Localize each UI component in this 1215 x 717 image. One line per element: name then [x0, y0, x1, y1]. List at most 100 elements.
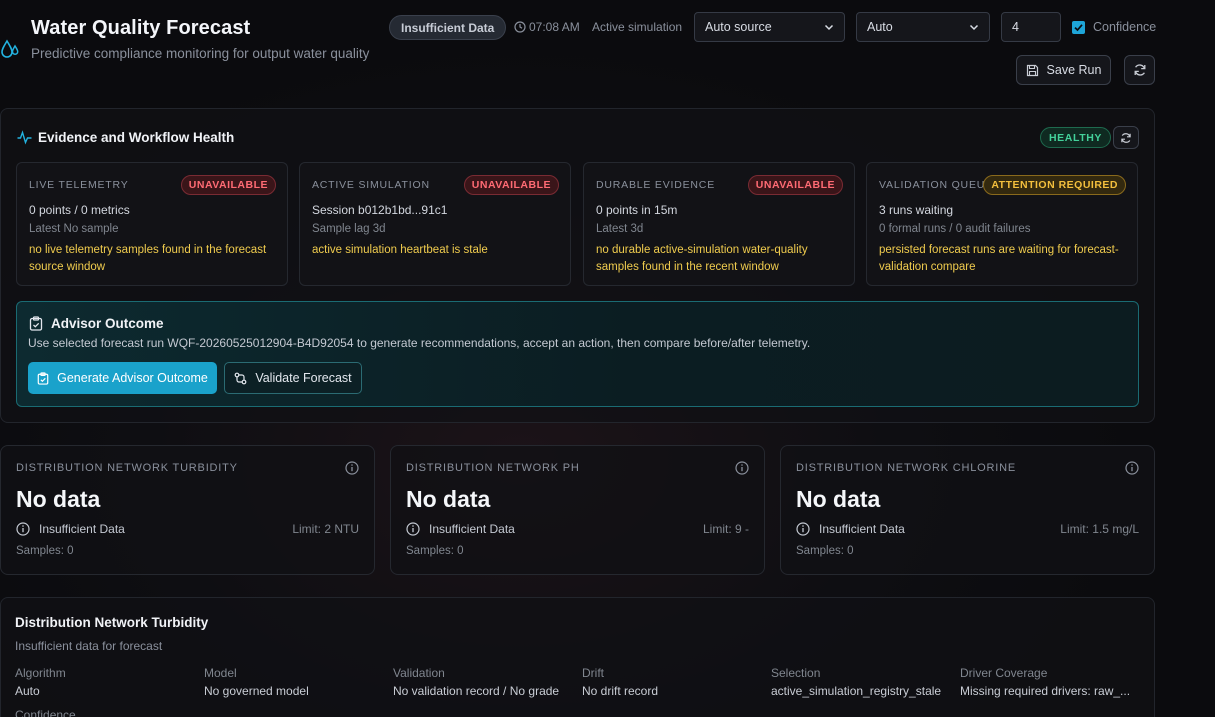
info-icon [16, 522, 30, 536]
metric-card-chlorine: DISTRIBUTION NETWORK CHLORINE No data In… [780, 445, 1155, 575]
metric-status: Insufficient Data [819, 522, 905, 536]
evidence-refresh-button[interactable] [1113, 126, 1139, 149]
info-icon [406, 522, 420, 536]
chevron-down-icon [969, 24, 979, 31]
algorithm-select-value: Auto [867, 20, 893, 34]
metric-limit: Limit: 1.5 mg/L [1060, 522, 1139, 536]
confidence-label[interactable]: Confidence [1093, 20, 1156, 34]
evidence-card-primary: 3 runs waiting [879, 203, 954, 217]
status-badge: UNAVAILABLE [747, 175, 843, 195]
field-key: Algorithm [15, 666, 66, 680]
evidence-card-primary: Session b012b1bd...91c1 [312, 203, 448, 217]
field-value: active_simulation_registry_stale [771, 684, 942, 698]
git-compare-icon [234, 372, 247, 384]
forecast-field-driver-coverage: Driver Coverage Missing required drivers… [960, 666, 1132, 698]
evidence-card-secondary: 0 formal runs / 0 audit failures [879, 223, 1031, 235]
activity-pulse-icon [17, 130, 32, 145]
field-key: Driver Coverage [960, 666, 1048, 680]
metric-status: Insufficient Data [429, 522, 515, 536]
generate-advisor-outcome-label: Generate Advisor Outcome [57, 371, 208, 385]
info-icon[interactable] [345, 461, 359, 475]
metric-value: No data [16, 486, 101, 512]
evidence-card-warning: no live telemetry samples found in the f… [29, 244, 267, 273]
page-title: Water Quality Forecast [31, 17, 251, 39]
advisor-description: Use selected forecast run WQF-2026052501… [28, 336, 811, 350]
status-badge: UNAVAILABLE [463, 175, 559, 195]
data-status-pill: Insufficient Data [389, 15, 507, 40]
forecast-field-algorithm: Algorithm Auto [15, 666, 195, 698]
evidence-card-warning: active simulation heartbeat is stale [312, 244, 488, 256]
refresh-icon [1134, 64, 1145, 76]
metric-limit: Limit: 2 NTU [292, 522, 359, 536]
forecast-field-validation: Validation No validation record / No gra… [393, 666, 573, 698]
metric-samples: Samples: 0 [16, 545, 74, 557]
horizon-input-value: 4 [1012, 20, 1019, 34]
field-value: No validation record / No grade [393, 684, 560, 698]
save-icon [1026, 64, 1038, 76]
source-select-value: Auto source [705, 20, 772, 34]
metric-label: DISTRIBUTION NETWORK PH [406, 462, 580, 474]
forecast-field-drift: Drift No drift record [582, 666, 762, 698]
advisor-title: Advisor Outcome [51, 316, 164, 331]
metric-limit: Limit: 9 - [702, 522, 749, 536]
health-status-badge: HEALTHY [1040, 127, 1112, 148]
info-icon [796, 522, 810, 536]
evidence-card-durable-evidence: DURABLE EVIDENCE UNAVAILABLE 0 points in… [583, 162, 855, 286]
clock-icon [514, 21, 526, 33]
status-badge: UNAVAILABLE [180, 175, 276, 195]
metric-value: No data [406, 486, 491, 512]
save-run-label: Save Run [1046, 63, 1102, 77]
refresh-button[interactable] [1124, 55, 1155, 85]
evidence-card-secondary: Sample lag 3d [312, 223, 386, 235]
evidence-card-secondary: Latest 3d [596, 223, 644, 235]
field-key: Selection [771, 666, 821, 680]
forecast-subtitle: Insufficient data for forecast [15, 639, 163, 653]
evidence-card-live-telemetry: LIVE TELEMETRY UNAVAILABLE 0 points / 0 … [16, 162, 288, 286]
save-run-button[interactable]: Save Run [1016, 55, 1111, 85]
field-key: Validation [393, 666, 445, 680]
evidence-card-primary: 0 points / 0 metrics [29, 203, 130, 217]
algorithm-select[interactable]: Auto [856, 12, 990, 42]
clipboard-check-icon [37, 371, 49, 385]
evidence-card-label: ACTIVE SIMULATION [312, 179, 430, 191]
evidence-card-primary: 0 points in 15m [596, 203, 678, 217]
forecast-field-model: Model No governed model [204, 666, 384, 698]
evidence-card-warning: no durable active-simulation water-quali… [596, 244, 808, 273]
forecast-title: Distribution Network Turbidity [15, 615, 209, 630]
field-key: Drift [582, 666, 604, 680]
evidence-card-label: LIVE TELEMETRY [29, 179, 129, 191]
evidence-card-label: VALIDATION QUEUE [879, 179, 993, 191]
confidence-checkbox[interactable] [1072, 21, 1085, 34]
evidence-card-validation-queue: VALIDATION QUEUE ATTENTION REQUIRED 3 ru… [866, 162, 1138, 286]
source-select[interactable]: Auto source [694, 12, 845, 42]
evidence-panel-title: Evidence and Workflow Health [38, 130, 235, 145]
mode-label: Active simulation [592, 20, 683, 34]
field-value: Auto [15, 684, 40, 698]
evidence-card-active-simulation: ACTIVE SIMULATION UNAVAILABLE Session b0… [299, 162, 571, 286]
metric-samples: Samples: 0 [796, 545, 854, 557]
horizon-input[interactable]: 4 [1001, 12, 1061, 42]
clipboard-check-icon [29, 316, 43, 331]
generate-advisor-outcome-button[interactable]: Generate Advisor Outcome [28, 362, 217, 394]
checkmark-icon [1074, 24, 1083, 32]
page-subtitle: Predictive compliance monitoring for out… [31, 46, 370, 61]
metric-card-turbidity: DISTRIBUTION NETWORK TURBIDITY No data I… [0, 445, 375, 575]
metric-label: DISTRIBUTION NETWORK CHLORINE [796, 462, 1016, 474]
last-update-time: 07:08 AM [529, 20, 580, 34]
metric-status: Insufficient Data [39, 522, 125, 536]
chevron-down-icon [824, 24, 834, 31]
field-key: Model [204, 666, 237, 680]
validate-forecast-label: Validate Forecast [255, 371, 352, 385]
status-badge: ATTENTION REQUIRED [983, 175, 1126, 195]
evidence-card-secondary: Latest No sample [29, 223, 119, 235]
validate-forecast-button[interactable]: Validate Forecast [224, 362, 362, 394]
metric-value: No data [796, 486, 881, 512]
info-icon[interactable] [1125, 461, 1139, 475]
forecast-confidence-label: Confidence [15, 708, 76, 717]
refresh-icon [1121, 132, 1131, 143]
forecast-field-selection: Selection active_simulation_registry_sta… [771, 666, 951, 698]
metric-card-ph: DISTRIBUTION NETWORK PH No data Insuffic… [390, 445, 765, 575]
field-value: No drift record [582, 684, 659, 698]
info-icon[interactable] [735, 461, 749, 475]
evidence-card-label: DURABLE EVIDENCE [596, 179, 715, 191]
